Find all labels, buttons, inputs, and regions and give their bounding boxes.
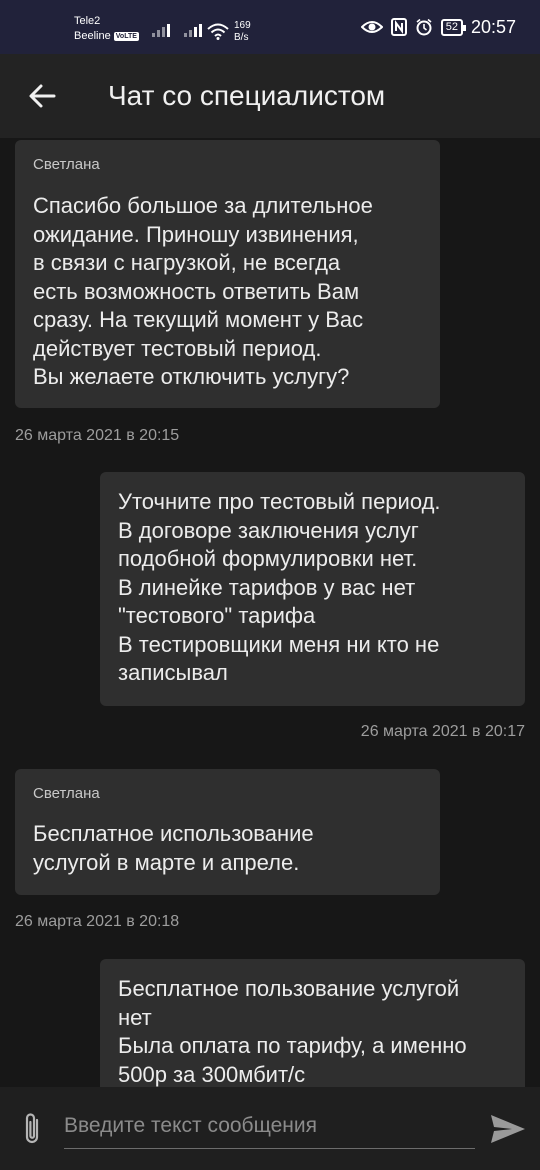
signal-1-icon	[152, 24, 170, 37]
message-incoming: Светлана Бесплатное использование услуго…	[15, 769, 440, 895]
battery-icon: 52	[440, 18, 467, 36]
message-text: Уточните про тестовый период. В договоре…	[118, 489, 441, 685]
message-sender: Светлана	[33, 156, 100, 173]
status-bar: Tele2 Beeline VoLTE 169 B/s 52 20:57	[0, 0, 540, 54]
nfc-icon	[390, 18, 407, 36]
send-icon[interactable]	[488, 1111, 528, 1147]
net-speed: 169 B/s	[234, 20, 251, 43]
input-underline	[64, 1148, 475, 1149]
alarm-icon	[416, 18, 432, 36]
message-text: Бесплатное использование услугой в марте…	[33, 821, 314, 875]
wifi-icon	[207, 23, 229, 40]
message-timestamp: 26 марта 2021 в 20:17	[360, 723, 525, 740]
carrier-2: Beeline	[74, 30, 111, 42]
carrier-info: Tele2 Beeline VoLTE	[74, 14, 139, 44]
app-bar: Чат со специалистом	[0, 54, 540, 138]
eye-comfort-icon	[360, 21, 383, 33]
page-title: Чат со специалистом	[108, 80, 386, 111]
clock: 20:57	[470, 16, 516, 37]
message-incoming: Светлана Спасибо большое за длительное о…	[15, 140, 440, 408]
message-composer	[0, 1087, 540, 1170]
message-input[interactable]	[64, 1111, 474, 1141]
status-right: 52 20:57	[360, 14, 516, 40]
volte-badge: VoLTE	[113, 31, 139, 41]
arrow-left-icon[interactable]	[24, 78, 60, 114]
paperclip-icon[interactable]	[18, 1111, 48, 1147]
message-sender: Светлана	[33, 785, 100, 802]
message-timestamp: 26 марта 2021 в 20:15	[15, 427, 180, 444]
message-timestamp: 26 марта 2021 в 20:18	[15, 913, 180, 930]
signal-2-icon	[184, 24, 202, 37]
message-outgoing: Уточните про тестовый период. В договоре…	[100, 472, 525, 706]
carrier-1: Tele2	[74, 15, 101, 27]
message-text: Бесплатное пользование услугой нет Была …	[118, 976, 467, 1087]
message-text: Спасибо большое за длительное ожидание. …	[33, 193, 373, 389]
